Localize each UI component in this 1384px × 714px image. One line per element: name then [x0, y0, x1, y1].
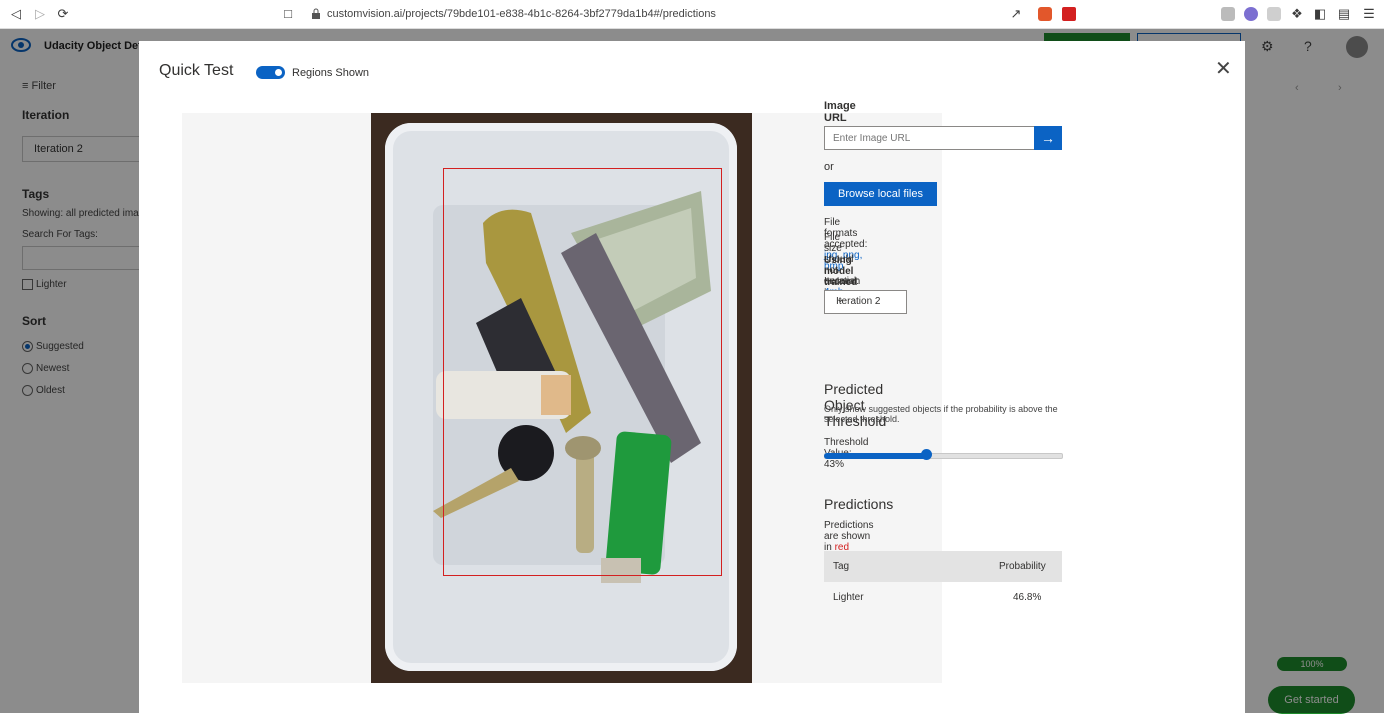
submit-url-button[interactable]: →	[1034, 126, 1062, 150]
threshold-description: Only show suggested objects if the proba…	[824, 404, 1058, 424]
image-url-field[interactable]	[825, 127, 1025, 149]
puzzle-icon[interactable]: ❖	[1289, 6, 1305, 22]
test-image	[371, 113, 752, 683]
forward-icon[interactable]: ▷	[32, 6, 48, 22]
column-header-tag[interactable]: Tag	[833, 561, 849, 572]
arrow-right-icon: →	[1041, 130, 1055, 146]
predictions-table: Tag Probability Lighter 46.8%	[824, 551, 1062, 613]
column-header-probability[interactable]: Probability	[999, 561, 1046, 572]
chevron-down-icon: ⌄	[836, 294, 845, 305]
predictions-heading: Predictions	[824, 496, 894, 512]
browse-local-files-button[interactable]: Browse local files	[824, 182, 937, 206]
threshold-slider-fill	[824, 453, 926, 459]
rewards-icon[interactable]	[1062, 7, 1076, 21]
or-text: or	[824, 161, 834, 173]
close-icon[interactable]: ✕	[1215, 59, 1232, 79]
prediction-tag: Lighter	[833, 592, 864, 603]
threshold-slider-thumb[interactable]	[921, 449, 932, 460]
image-url-input[interactable]	[824, 126, 1035, 150]
iteration-label: Iteration	[824, 276, 861, 287]
reload-icon[interactable]: ⟳	[55, 6, 71, 22]
extension-icon[interactable]	[1221, 7, 1235, 21]
table-row[interactable]: Lighter 46.8%	[824, 582, 1062, 613]
prediction-bounding-box[interactable]	[443, 168, 722, 576]
lock-icon	[312, 8, 320, 19]
iteration-dropdown[interactable]: Iteration 2 ⌄	[824, 290, 907, 314]
extension-icon[interactable]	[1244, 7, 1258, 21]
sidebar-icon[interactable]: ◧	[1312, 6, 1328, 22]
prediction-probability: 46.8%	[1013, 592, 1042, 603]
image-url-heading: Image URL	[824, 100, 856, 124]
quick-test-dialog: Quick Test Regions Shown ✕ Image URL Ent…	[139, 41, 1245, 713]
dialog-title: Quick Test	[159, 62, 234, 79]
regions-toggle-label: Regions Shown	[292, 67, 370, 79]
back-icon[interactable]: ◁	[8, 6, 24, 22]
extension-icon[interactable]	[1267, 7, 1281, 21]
menu-icon[interactable]: ☰	[1361, 6, 1377, 22]
predictions-note: Predictions are shown in red	[824, 520, 873, 553]
brave-shield-icon[interactable]	[1038, 7, 1052, 21]
regions-toggle[interactable]	[256, 66, 285, 79]
share-icon[interactable]: ↗	[1008, 6, 1024, 22]
bookmark-icon[interactable]: □	[280, 6, 296, 22]
address-bar[interactable]: customvision.ai/projects/79bde101-e838-4…	[327, 8, 716, 20]
browser-toolbar: ◁ ▷ ⟳ □ customvision.ai/projects/79bde10…	[0, 0, 1384, 29]
table-header: Tag Probability	[824, 551, 1062, 582]
wallet-icon[interactable]: ▤	[1336, 6, 1352, 22]
